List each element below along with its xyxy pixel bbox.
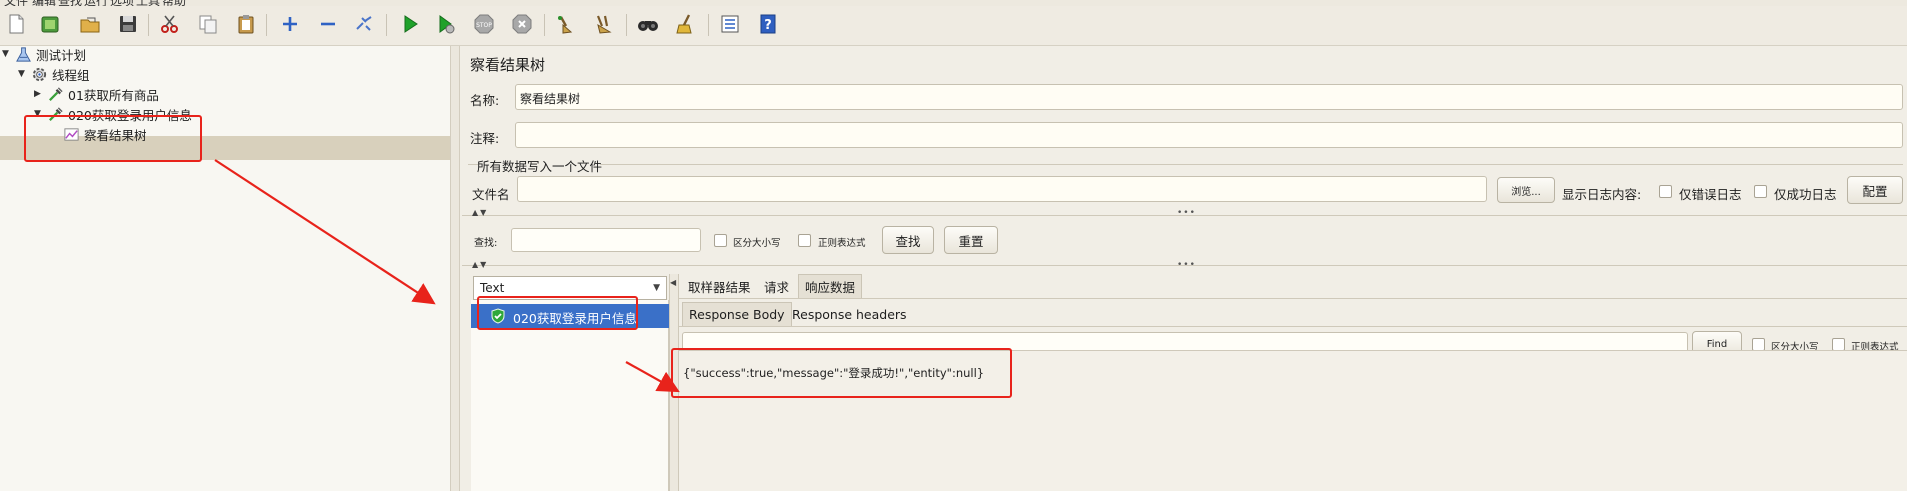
annotation-arrow-1: [214, 159, 436, 305]
annotation-arrows: [214, 159, 680, 393]
annotation-arrow-2: [625, 361, 680, 393]
